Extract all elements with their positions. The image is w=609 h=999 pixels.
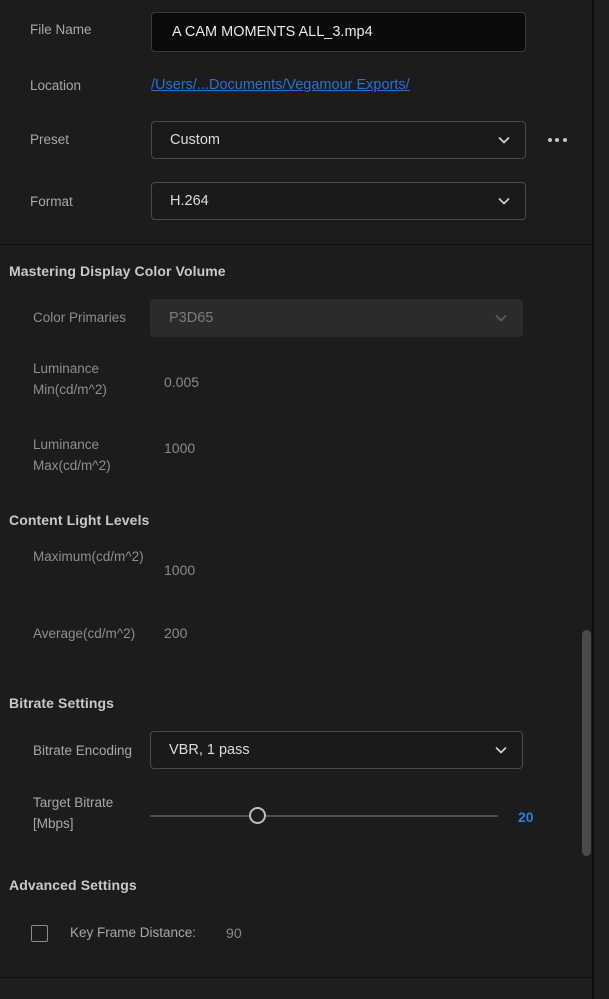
- panel-outer-strip: [594, 0, 609, 999]
- chevron-down-icon: [494, 743, 508, 757]
- target-bitrate-label: Target Bitrate [Mbps]: [33, 795, 114, 831]
- more-horizontal-icon-dot: [547, 138, 552, 142]
- bitrate-encoding-select[interactable]: VBR, 1 pass: [150, 731, 523, 769]
- key-frame-distance-label: Key Frame Distance:: [70, 925, 197, 940]
- file-name-row: File Name: [30, 20, 150, 41]
- preset-more-options-button[interactable]: [544, 129, 570, 151]
- chevron-down-icon: [494, 311, 508, 325]
- key-frame-distance-row: Key Frame Distance: 90: [31, 923, 242, 944]
- format-value: H.264: [170, 193, 209, 209]
- settings-scroll-area[interactable]: Mastering Display Color Volume Color Pri…: [0, 245, 592, 977]
- preset-row: Preset: [30, 130, 150, 151]
- location-link[interactable]: /Users/...Documents/Vegamour Exports/: [151, 77, 410, 93]
- bitrate-encoding-row: Bitrate Encoding: [33, 741, 145, 762]
- preset-value: Custom: [170, 132, 220, 148]
- average-cd-value: 200: [164, 625, 188, 641]
- panel-bottom-strip: [0, 978, 592, 999]
- color-primaries-select: P3D65: [150, 299, 523, 337]
- luminance-min-row: Luminance Min(cd/m^2): [33, 359, 151, 401]
- file-name-input[interactable]: A CAM MOMENTS ALL_3.mp4: [151, 12, 526, 52]
- settings-scrollbar-thumb[interactable]: [582, 630, 591, 856]
- advanced-settings-heading: Advanced Settings: [9, 877, 137, 893]
- target-bitrate-value: 20: [518, 809, 534, 825]
- file-name-value: A CAM MOMENTS ALL_3.mp4: [172, 24, 373, 40]
- key-frame-distance-checkbox[interactable]: [31, 924, 48, 942]
- bitrate-encoding-value: VBR, 1 pass: [169, 742, 250, 758]
- target-bitrate-row: Target Bitrate [Mbps]: [33, 793, 151, 835]
- luminance-max-row: Luminance Max(cd/m^2): [33, 435, 151, 477]
- settings-scrollbar-track[interactable]: [581, 245, 592, 977]
- format-row: Format: [30, 192, 150, 213]
- more-horizontal-icon-dot: [562, 138, 567, 142]
- average-cd-row: Average(cd/m^2): [33, 624, 158, 645]
- export-basic-settings-group: File Name A CAM MOMENTS ALL_3.mp4 Locati…: [0, 0, 592, 244]
- chevron-down-icon: [497, 133, 511, 147]
- location-label: Location: [30, 78, 82, 93]
- maximum-cd-label: Maximum(cd/m^2): [33, 549, 144, 564]
- preset-select[interactable]: Custom: [151, 121, 526, 159]
- maximum-cd-row: Maximum(cd/m^2): [33, 547, 151, 568]
- luminance-min-label: Luminance Min(cd/m^2): [33, 361, 107, 397]
- luminance-max-label: Luminance Max(cd/m^2): [33, 437, 111, 473]
- file-name-label: File Name: [30, 22, 92, 37]
- format-select[interactable]: H.264: [151, 182, 526, 220]
- luminance-min-value: 0.005: [164, 374, 200, 390]
- color-primaries-label: Color Primaries: [33, 310, 127, 325]
- target-bitrate-slider[interactable]: [150, 805, 498, 827]
- slider-thumb[interactable]: [249, 807, 267, 824]
- bitrate-encoding-label: Bitrate Encoding: [33, 743, 133, 758]
- maximum-cd-value: 1000: [164, 562, 196, 578]
- chevron-down-icon: [497, 194, 511, 208]
- key-frame-distance-value: 90: [226, 925, 242, 942]
- content-light-levels-heading: Content Light Levels: [9, 512, 150, 528]
- location-row: Location: [30, 76, 150, 97]
- mastering-display-color-volume-heading: Mastering Display Color Volume: [9, 263, 226, 279]
- color-primaries-row: Color Primaries: [33, 308, 143, 329]
- export-settings-panel: File Name A CAM MOMENTS ALL_3.mp4 Locati…: [0, 0, 609, 999]
- format-label: Format: [30, 194, 73, 209]
- bitrate-settings-heading: Bitrate Settings: [9, 695, 115, 711]
- preset-label: Preset: [30, 132, 70, 147]
- more-horizontal-icon-dot: [555, 138, 559, 142]
- average-cd-label: Average(cd/m^2): [33, 626, 136, 641]
- luminance-max-value: 1000: [164, 440, 196, 456]
- color-primaries-value: P3D65: [169, 310, 214, 326]
- slider-track: [150, 815, 498, 817]
